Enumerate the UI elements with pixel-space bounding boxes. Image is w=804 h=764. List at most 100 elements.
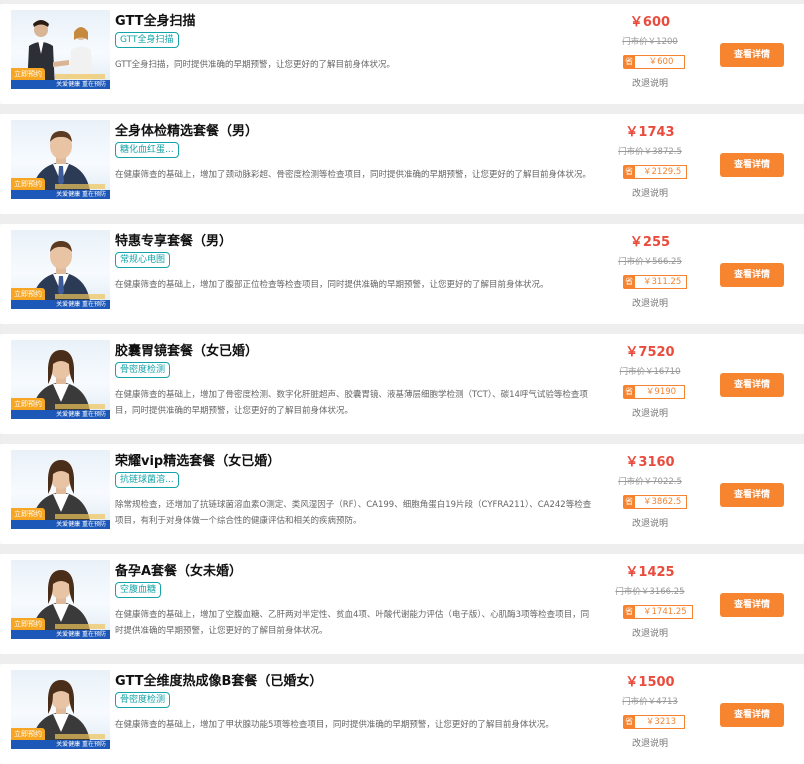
savings-amount: ￥600 xyxy=(635,55,685,69)
package-price: ￥1425 xyxy=(625,565,675,580)
package-price: ￥1500 xyxy=(625,675,675,690)
package-title[interactable]: 全身体检精选套餐（男） xyxy=(115,120,258,139)
package-card: 立即预约 关爱健康 重在预防 胶囊胃镜套餐（女已婚） 骨密度检测 在健康筛查的基… xyxy=(0,334,804,434)
package-thumbnail[interactable]: 立即预约 关爱健康 重在预防 xyxy=(11,120,110,199)
refund-policy-link[interactable]: 改退说明 xyxy=(622,296,678,309)
package-title[interactable]: 特惠专享套餐（男） xyxy=(115,230,232,249)
package-price: ￥7520 xyxy=(625,345,675,360)
savings-amount: ￥1741.25 xyxy=(635,605,693,619)
savings-badge: 省 ￥9190 xyxy=(623,385,685,399)
save-icon: 省 xyxy=(623,165,635,179)
package-card: 立即预约 关爱健康 重在预防 全身体检精选套餐（男） 糖化血红蛋... 在健康筛… xyxy=(0,114,804,214)
market-price: 门市价￥4713 xyxy=(622,697,678,707)
package-thumbnail[interactable]: 立即预约 关爱健康 重在预防 xyxy=(11,230,110,309)
package-description: GTT全身扫描，同时提供准确的早期预警，让您更好的了解目前身体状况。 xyxy=(115,60,396,70)
reserve-badge: 立即预约 xyxy=(11,288,45,300)
package-title[interactable]: GTT全维度热成像B套餐（已婚女） xyxy=(115,670,322,689)
savings-amount: ￥3862.5 xyxy=(635,495,688,509)
market-price: 门市价￥566.25 xyxy=(618,257,682,267)
view-details-button[interactable]: 查看详情 xyxy=(720,373,784,397)
refund-policy-link[interactable]: 改退说明 xyxy=(622,76,678,89)
refund-policy-link[interactable]: 改退说明 xyxy=(622,626,678,639)
package-thumbnail[interactable]: 立即预约 关爱健康 重在预防 xyxy=(11,340,110,419)
thumbnail-slogan: 关爱健康 重在预防 xyxy=(11,520,110,529)
package-description: 除常规检查，还增加了抗链球菌溶血素O测定、类风湿因子（RF）、CA199、细胞角… xyxy=(115,500,592,526)
save-icon: 省 xyxy=(623,715,635,729)
market-price: 门市价￥3872.5 xyxy=(618,147,682,157)
reserve-badge: 立即预约 xyxy=(11,68,45,80)
savings-badge: 省 ￥3862.5 xyxy=(623,495,688,509)
refund-policy-link[interactable]: 改退说明 xyxy=(622,516,678,529)
package-card: 立即预约 关爱健康 重在预防 GTT全维度热成像B套餐（已婚女） 骨密度检测 在… xyxy=(0,664,804,764)
package-title[interactable]: 备孕A套餐（女未婚） xyxy=(115,560,242,579)
package-price: ￥255 xyxy=(629,235,671,250)
savings-badge: 省 ￥2129.5 xyxy=(623,165,688,179)
refund-policy-link[interactable]: 改退说明 xyxy=(622,186,678,199)
savings-amount: ￥2129.5 xyxy=(635,165,688,179)
view-details-button[interactable]: 查看详情 xyxy=(720,263,784,287)
package-description: 在健康筛查的基础上，增加了腹部正位检查等检查项目，同时提供准确的早期预警，让您更… xyxy=(115,280,549,290)
package-tag: 抗链球菌溶... xyxy=(115,472,179,488)
slogan-decoration xyxy=(55,74,105,79)
savings-badge: 省 ￥600 xyxy=(623,55,685,69)
package-tag: 空腹血糖 xyxy=(115,582,162,598)
view-details-button[interactable]: 查看详情 xyxy=(720,153,784,177)
thumbnail-slogan: 关爱健康 重在预防 xyxy=(11,190,110,199)
slogan-decoration xyxy=(55,404,105,409)
save-icon: 省 xyxy=(623,495,635,509)
savings-badge: 省 ￥311.25 xyxy=(623,275,688,289)
slogan-decoration xyxy=(55,514,105,519)
view-details-button[interactable]: 查看详情 xyxy=(720,43,784,67)
package-card: 立即预约 关爱健康 重在预防 GTT全身扫描 GTT全身扫描 GTT全身扫描，同… xyxy=(0,4,804,104)
save-icon: 省 xyxy=(623,385,635,399)
thumbnail-slogan: 关爱健康 重在预防 xyxy=(11,410,110,419)
package-thumbnail[interactable]: 立即预约 关爱健康 重在预防 xyxy=(11,10,110,89)
thumbnail-slogan: 关爱健康 重在预防 xyxy=(11,300,110,309)
package-card: 立即预约 关爱健康 重在预防 备孕A套餐（女未婚） 空腹血糖 在健康筛查的基础上… xyxy=(0,554,804,654)
thumbnail-slogan: 关爱健康 重在预防 xyxy=(11,740,110,749)
slogan-decoration xyxy=(55,734,105,739)
view-details-button[interactable]: 查看详情 xyxy=(720,593,784,617)
market-price: 门市价￥7022.5 xyxy=(618,477,682,487)
save-icon: 省 xyxy=(623,55,635,69)
package-price: ￥1743 xyxy=(625,125,675,140)
reserve-badge: 立即预约 xyxy=(11,508,45,520)
package-title[interactable]: 胶囊胃镜套餐（女已婚） xyxy=(115,340,258,359)
package-description: 在健康筛查的基础上，增加了骨密度检测、数字化肝脏超声、胶囊胃镜、液基薄层细胞学检… xyxy=(115,390,588,416)
view-details-button[interactable]: 查看详情 xyxy=(720,483,784,507)
package-description: 在健康筛查的基础上，增加了颈动脉彩超、骨密度检测等检查项目，同时提供准确的早期预… xyxy=(115,170,592,180)
market-price: 门市价￥16710 xyxy=(619,367,681,377)
package-description: 在健康筛查的基础上，增加了甲状腺功能5项等检查项目，同时提供准确的早期预警，让您… xyxy=(115,720,554,730)
save-icon: 省 xyxy=(623,605,635,619)
thumbnail-slogan: 关爱健康 重在预防 xyxy=(11,630,110,639)
package-tag: 糖化血红蛋... xyxy=(115,142,179,158)
reserve-badge: 立即预约 xyxy=(11,398,45,410)
slogan-decoration xyxy=(55,294,105,299)
package-thumbnail[interactable]: 立即预约 关爱健康 重在预防 xyxy=(11,670,110,749)
package-price: ￥3160 xyxy=(625,455,675,470)
package-card: 立即预约 关爱健康 重在预防 荣耀vip精选套餐（女已婚） 抗链球菌溶... 除… xyxy=(0,444,804,544)
package-title[interactable]: GTT全身扫描 xyxy=(115,10,195,29)
package-tag: GTT全身扫描 xyxy=(115,32,179,48)
savings-badge: 省 ￥3213 xyxy=(623,715,685,729)
package-price: ￥600 xyxy=(629,15,671,30)
package-tag: 骨密度检测 xyxy=(115,362,171,378)
package-thumbnail[interactable]: 立即预约 关爱健康 重在预防 xyxy=(11,450,110,529)
view-details-button[interactable]: 查看详情 xyxy=(720,703,784,727)
slogan-decoration xyxy=(55,624,105,629)
refund-policy-link[interactable]: 改退说明 xyxy=(622,406,678,419)
slogan-decoration xyxy=(55,184,105,189)
package-description: 在健康筛查的基础上，增加了空腹血糖、乙肝两对半定性、贫血4项、叶酸代谢能力评估（… xyxy=(115,610,590,636)
savings-amount: ￥311.25 xyxy=(635,275,688,289)
thumbnail-slogan: 关爱健康 重在预防 xyxy=(11,80,110,89)
savings-amount: ￥3213 xyxy=(635,715,685,729)
package-title[interactable]: 荣耀vip精选套餐（女已婚） xyxy=(115,450,280,469)
refund-policy-link[interactable]: 改退说明 xyxy=(622,736,678,749)
package-card: 立即预约 关爱健康 重在预防 特惠专享套餐（男） 常规心电图 在健康筛查的基础上… xyxy=(0,224,804,324)
package-tag: 常规心电图 xyxy=(115,252,171,268)
package-tag: 骨密度检测 xyxy=(115,692,171,708)
package-thumbnail[interactable]: 立即预约 关爱健康 重在预防 xyxy=(11,560,110,639)
reserve-badge: 立即预约 xyxy=(11,178,45,190)
savings-amount: ￥9190 xyxy=(635,385,685,399)
savings-badge: 省 ￥1741.25 xyxy=(623,605,693,619)
